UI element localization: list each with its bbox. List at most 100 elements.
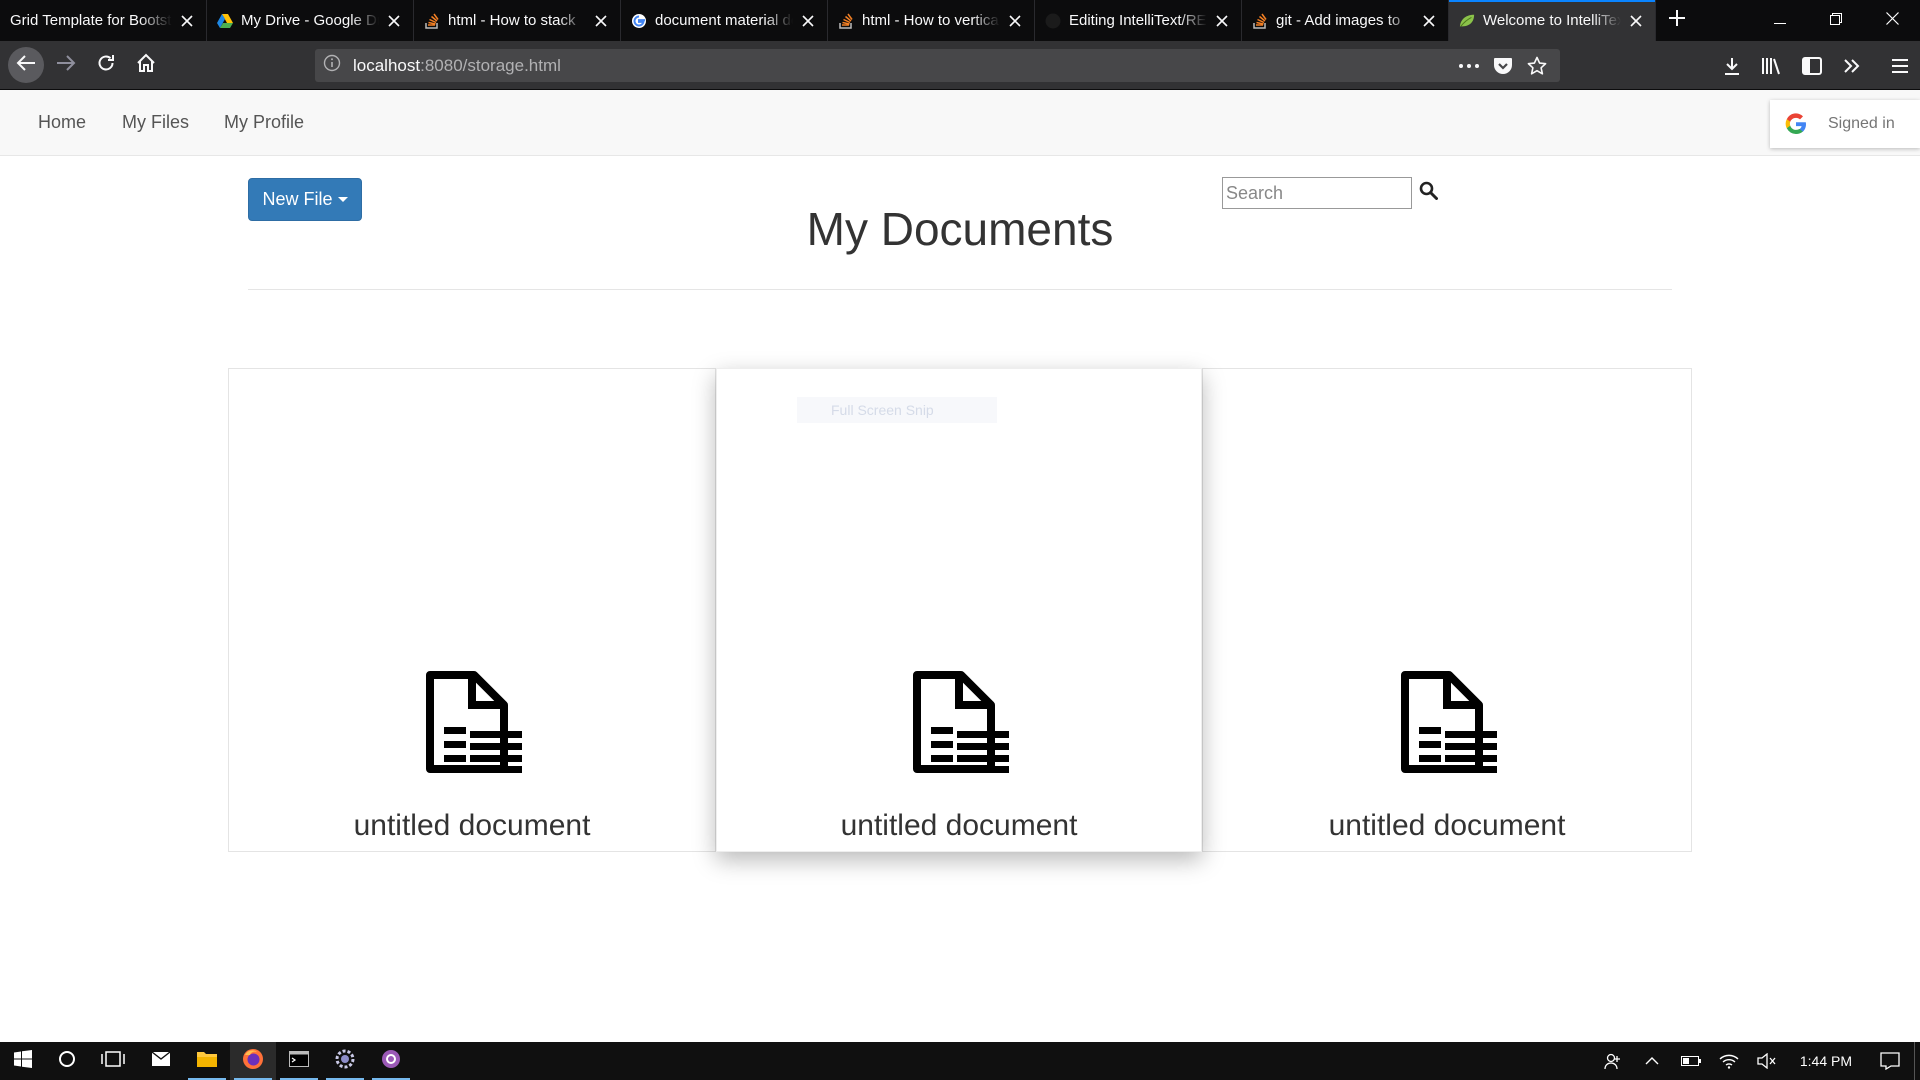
people-icon[interactable] xyxy=(1594,1042,1632,1080)
browser-tab-active[interactable]: Welcome to IntelliText xyxy=(1449,0,1656,41)
taskbar-settings-app[interactable] xyxy=(322,1042,368,1080)
signin-status-label: Signed in xyxy=(1828,115,1895,132)
show-desktop-button[interactable] xyxy=(1914,1042,1920,1080)
wifi-icon[interactable] xyxy=(1710,1042,1748,1080)
search-icon[interactable] xyxy=(1416,178,1440,202)
google-drive-icon xyxy=(217,13,233,29)
tab-title: My Drive - Google Drive xyxy=(241,12,379,29)
page-actions-icon[interactable] xyxy=(1452,49,1486,82)
document-card-hovered[interactable]: Full Screen Snip untitled document xyxy=(716,368,1202,852)
close-tab-icon[interactable] xyxy=(385,12,403,30)
address-bar[interactable]: localhost:8080/storage.html xyxy=(315,49,1560,82)
taskbar-firefox[interactable] xyxy=(230,1042,276,1080)
terminal-icon xyxy=(289,1050,309,1072)
browser-tab[interactable]: document material design xyxy=(621,0,828,41)
tab-title: Grid Template for Bootstrap xyxy=(10,12,172,29)
info-icon[interactable] xyxy=(323,54,341,77)
taskbar-terminal[interactable] xyxy=(276,1042,322,1080)
browser-toolbar: localhost:8080/storage.html xyxy=(0,41,1920,90)
cortana-icon xyxy=(58,1050,76,1073)
document-icon xyxy=(426,671,522,773)
media-app-icon xyxy=(381,1049,401,1074)
arrow-right-icon xyxy=(56,54,76,77)
stackoverflow-icon xyxy=(1252,13,1268,29)
battery-icon[interactable] xyxy=(1672,1042,1710,1080)
sidebar-icon[interactable] xyxy=(1792,46,1832,86)
action-center-icon[interactable] xyxy=(1866,1042,1914,1080)
bookmark-star-icon[interactable] xyxy=(1520,49,1554,82)
settings-app-icon xyxy=(335,1049,355,1074)
windows-taskbar: 1:44 PM xyxy=(0,1042,1920,1080)
firefox-icon xyxy=(242,1048,264,1075)
close-tab-icon[interactable] xyxy=(178,12,196,30)
document-card[interactable]: untitled document xyxy=(228,368,716,852)
browser-tab[interactable]: Editing IntelliText/README xyxy=(1035,0,1242,41)
browser-tab[interactable]: html - How to stack xyxy=(414,0,621,41)
home-button[interactable] xyxy=(128,47,164,83)
minimize-button[interactable] xyxy=(1752,0,1808,41)
minimize-icon xyxy=(1774,12,1786,30)
toolbar-right xyxy=(1712,41,1920,90)
reload-button[interactable] xyxy=(88,47,124,83)
nav-link-my-files[interactable]: My Files xyxy=(122,112,189,133)
tab-title: document material design xyxy=(655,12,793,29)
volume-muted-icon[interactable] xyxy=(1748,1042,1786,1080)
new-tab-button[interactable] xyxy=(1656,0,1698,41)
download-icon[interactable] xyxy=(1712,46,1752,86)
search-input[interactable] xyxy=(1222,177,1412,209)
browser-tab[interactable]: My Drive - Google Drive xyxy=(207,0,414,41)
restore-icon xyxy=(1830,12,1842,30)
close-window-button[interactable] xyxy=(1864,0,1920,41)
window-controls xyxy=(1752,0,1920,41)
url-host: localhost xyxy=(353,55,421,75)
task-view-icon xyxy=(101,1050,125,1073)
hamburger-menu-icon[interactable] xyxy=(1880,46,1920,86)
cortana-button[interactable] xyxy=(44,1042,90,1080)
nav-link-home[interactable]: Home xyxy=(38,112,86,133)
browser-tab[interactable]: git - Add images to xyxy=(1242,0,1449,41)
url-text[interactable]: localhost:8080/storage.html xyxy=(353,56,561,76)
start-button[interactable] xyxy=(0,1042,46,1080)
task-view-button[interactable] xyxy=(90,1042,136,1080)
close-tab-icon[interactable] xyxy=(1420,12,1438,30)
taskbar-clock[interactable]: 1:44 PM xyxy=(1786,1042,1866,1080)
github-icon xyxy=(1045,13,1061,29)
document-grid: untitled document Full Screen Snip untit… xyxy=(228,368,1692,852)
close-tab-icon[interactable] xyxy=(799,12,817,30)
forward-button[interactable] xyxy=(48,47,84,83)
restore-button[interactable] xyxy=(1808,0,1864,41)
taskbar-media-app[interactable] xyxy=(368,1042,414,1080)
windows-start-icon xyxy=(14,1049,32,1073)
system-tray: 1:44 PM xyxy=(1594,1042,1920,1080)
taskbar-mail[interactable] xyxy=(138,1042,184,1080)
document-title: untitled document xyxy=(353,809,591,842)
tab-title: Editing IntelliText/README xyxy=(1069,12,1207,29)
document-title: untitled document xyxy=(1328,809,1566,842)
back-button[interactable] xyxy=(8,47,44,83)
document-card[interactable]: untitled document xyxy=(1202,368,1692,852)
chevron-up-icon[interactable] xyxy=(1632,1042,1672,1080)
browser-tab[interactable]: html - How to vertically xyxy=(828,0,1035,41)
arrow-left-icon xyxy=(16,54,36,77)
overflow-chevron-icon[interactable] xyxy=(1832,46,1872,86)
document-icon xyxy=(1401,671,1497,773)
tab-title: html - How to vertically xyxy=(862,12,1000,29)
library-icon[interactable] xyxy=(1752,46,1792,86)
google-icon xyxy=(631,13,647,29)
close-tab-icon[interactable] xyxy=(1213,12,1231,30)
browser-tab[interactable]: Grid Template for Bootstrap xyxy=(0,0,207,41)
mail-icon xyxy=(151,1050,171,1072)
taskbar-file-explorer[interactable] xyxy=(184,1042,230,1080)
close-tab-icon[interactable] xyxy=(1627,12,1645,30)
page-title: My Documents xyxy=(806,203,1114,255)
plus-icon xyxy=(1668,9,1686,32)
close-tab-icon[interactable] xyxy=(592,12,610,30)
tab-title: Welcome to IntelliText xyxy=(1483,12,1621,29)
header-divider xyxy=(248,289,1672,290)
close-icon xyxy=(1885,11,1899,30)
url-actions xyxy=(1452,49,1554,82)
google-signin-button[interactable]: Signed in xyxy=(1770,100,1920,148)
pocket-icon[interactable] xyxy=(1486,49,1520,82)
close-tab-icon[interactable] xyxy=(1006,12,1024,30)
nav-link-my-profile[interactable]: My Profile xyxy=(224,112,304,133)
